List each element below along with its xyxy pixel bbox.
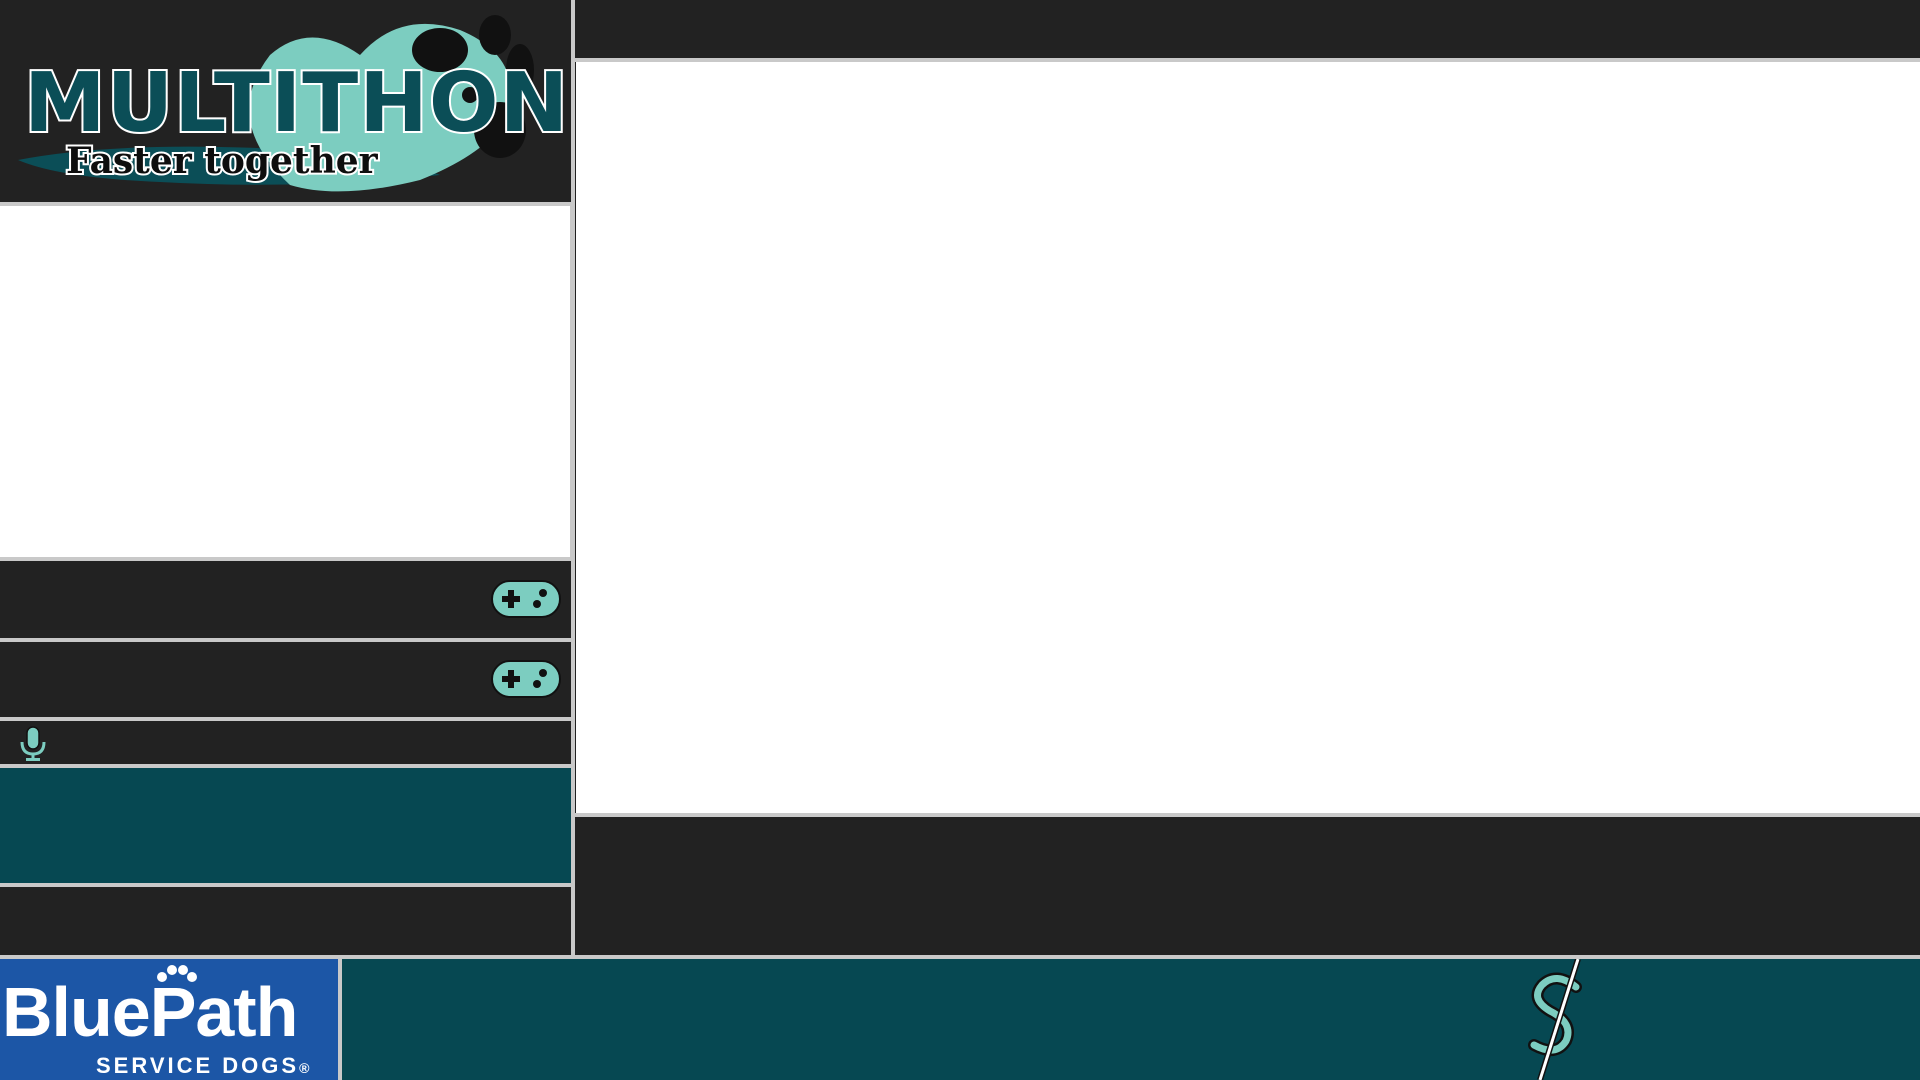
runner-name-panel-1 <box>0 561 571 638</box>
vertical-divider <box>571 0 575 955</box>
sponsor-logo: BluePath SERVICE DOGS® <box>0 959 338 1080</box>
commentary-bar <box>0 721 571 764</box>
divider <box>338 959 342 1080</box>
controller-icon <box>491 580 561 618</box>
sponsor-subtitle: SERVICE DOGS® <box>96 1053 310 1078</box>
timer-panel <box>0 887 571 955</box>
top-bar <box>575 0 1920 58</box>
game-info-panel <box>575 817 1920 955</box>
webcam-area <box>0 206 571 557</box>
info-panel <box>0 768 571 883</box>
runner-name-panel-2 <box>0 642 571 717</box>
game-capture-area <box>576 62 1920 813</box>
controller-icon <box>491 660 561 698</box>
event-logo-panel: MULTITHON Faster together <box>0 0 571 202</box>
event-title: MULTITHON <box>22 54 570 153</box>
event-tagline: Faster together <box>64 138 380 184</box>
microphone-icon <box>20 726 46 761</box>
dollar-icon <box>1528 959 1582 1080</box>
sponsor-name: BluePath <box>2 973 298 1051</box>
